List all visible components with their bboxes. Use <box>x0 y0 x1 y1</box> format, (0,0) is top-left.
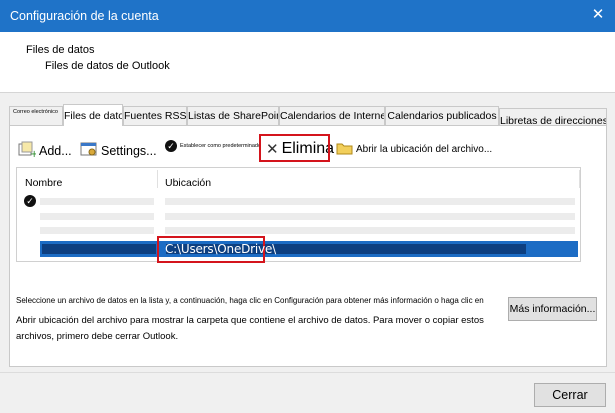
description-line-1: Seleccione un archivo de datos en la lis… <box>16 296 484 305</box>
tab-data-files[interactable]: Files de datos <box>63 104 123 126</box>
tab-rss-feeds[interactable]: Fuentes RSS <box>123 106 187 125</box>
list-item-location[interactable] <box>165 227 575 234</box>
close-button[interactable]: Cerrar <box>534 383 606 407</box>
list-item-location[interactable] <box>165 213 575 220</box>
column-separator <box>157 170 158 188</box>
tab-bar: Correo electrónico Files de datos Fuente… <box>9 104 607 126</box>
set-default-button[interactable]: ✓ Establecer como predeterminado <box>165 140 261 152</box>
header-subtitle: Files de datos de Outlook <box>45 60 170 72</box>
window-title: Configuración de la cuenta <box>10 9 159 23</box>
close-icon[interactable]: ✕ <box>589 6 607 24</box>
default-check-icon: ✓ <box>24 195 36 207</box>
svg-text:+: + <box>30 149 36 157</box>
open-location-button[interactable]: Abrir la ubicación del archivo... <box>336 141 492 158</box>
header-title: Files de datos <box>26 44 95 56</box>
list-item-name[interactable] <box>40 198 154 205</box>
footer-divider <box>0 372 615 373</box>
column-header-location[interactable]: Ubicación <box>165 177 211 189</box>
title-bar: Configuración de la cuenta ✕ <box>0 0 615 32</box>
tab-internet-calendars[interactable]: Calendarios de Internet <box>279 106 385 125</box>
column-header-name[interactable]: Nombre <box>25 177 62 189</box>
data-files-list[interactable]: Nombre Ubicación ✓ <box>16 167 581 262</box>
list-item-name[interactable] <box>40 227 154 234</box>
selected-list-row[interactable] <box>40 241 578 257</box>
add-button[interactable]: + Add... <box>18 141 72 160</box>
list-item-location[interactable] <box>165 198 575 205</box>
column-separator <box>579 170 580 188</box>
list-item-name[interactable] <box>40 213 154 220</box>
description-line-2: Abrir ubicación del archivo para mostrar… <box>16 315 484 342</box>
settings-button[interactable]: Settings... <box>80 141 157 160</box>
selected-row-name <box>42 244 156 254</box>
selected-path-text: C:\Users\OneDrive\ <box>165 242 276 256</box>
more-info-button[interactable]: Más información... <box>508 297 597 321</box>
tab-sharepoint-lists[interactable]: Listas de SharePoint <box>187 106 279 125</box>
folder-icon <box>336 141 353 158</box>
remove-highlight <box>259 134 330 162</box>
tab-published-calendars[interactable]: Calendarios publicados <box>385 106 499 125</box>
tab-email[interactable]: Correo electrónico <box>9 106 63 125</box>
settings-icon <box>80 141 98 160</box>
header-area: Files de datos Files de datos de Outlook <box>0 32 615 93</box>
check-circle-icon: ✓ <box>165 140 177 152</box>
tab-address-books[interactable]: Libretas de direcciones <box>499 108 607 126</box>
add-icon: + <box>18 141 38 160</box>
